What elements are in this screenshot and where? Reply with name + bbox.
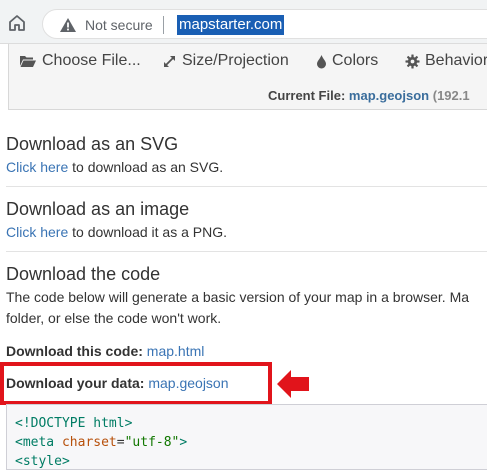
current-file-size: (192.1	[432, 88, 470, 103]
gear-icon	[405, 53, 420, 69]
file-info-bar: Current File: map.geojson (192.1	[8, 80, 487, 110]
address-bar[interactable]: Not secure mapstarter.com	[42, 9, 487, 39]
download-image-link[interactable]: Click here	[6, 224, 68, 240]
code-block: <!DOCTYPE html> <meta charset="utf-8"> <…	[6, 404, 487, 470]
browser-toolbar: Not secure mapstarter.com	[0, 0, 487, 44]
folder-open-icon	[20, 56, 36, 67]
download-image-text: Click here to download it as a PNG.	[6, 222, 487, 243]
download-svg-description: to download as an SVG.	[68, 159, 224, 175]
download-code-text-line2: folder, or else the code won't work.	[6, 310, 222, 326]
download-svg-link[interactable]: Click here	[6, 159, 68, 175]
download-code-link[interactable]: map.html	[147, 343, 205, 359]
download-code-row: Download this code: map.html	[6, 343, 204, 359]
security-status[interactable]: Not secure	[85, 17, 153, 33]
code-meta-tag-open: <meta	[15, 435, 62, 450]
colors-button[interactable]: Colors	[316, 52, 378, 70]
download-code-text-line1: The code below will generate a basic ver…	[6, 289, 470, 305]
red-arrow-icon	[277, 370, 309, 398]
code-meta-value: "utf-8"	[124, 435, 180, 450]
colors-label: Colors	[332, 52, 379, 69]
download-image-section: Download as an image Click here to downl…	[6, 198, 487, 243]
download-svg-section: Download as an SVG Click here to downloa…	[6, 133, 487, 178]
code-line-doctype: <!DOCTYPE html>	[15, 416, 133, 431]
behavior-label: Behavior	[425, 52, 487, 69]
expand-arrows-icon	[164, 55, 175, 67]
download-image-title: Download as an image	[6, 199, 190, 219]
current-file-label: Current File:	[268, 88, 346, 103]
download-code-title: Download the code	[6, 264, 161, 284]
current-file-info: Current File: map.geojson (192.1	[268, 88, 470, 103]
download-svg-title: Download as an SVG	[6, 134, 179, 154]
tint-drop-icon	[317, 54, 326, 68]
choose-file-button[interactable]: Choose File...	[19, 52, 141, 70]
download-code-label: Download this code:	[6, 343, 143, 359]
code-meta-attr: charset	[61, 435, 117, 450]
choose-file-label: Choose File...	[42, 52, 141, 69]
size-projection-label: Size/Projection	[182, 52, 289, 69]
highlight-box	[0, 362, 272, 405]
url-text[interactable]: mapstarter.com	[177, 15, 285, 35]
download-code-section: Download the code The code below will ge…	[6, 263, 487, 329]
home-icon[interactable]	[4, 10, 30, 36]
download-image-description: to download it as a PNG.	[68, 224, 228, 240]
warning-icon[interactable]	[59, 17, 77, 38]
omnibox-divider	[163, 16, 164, 34]
current-file-name: map.geojson	[348, 88, 430, 103]
code-line-style: <style>	[15, 454, 70, 469]
download-svg-text: Click here to download as an SVG.	[6, 157, 487, 178]
code-line-meta: <meta charset="utf-8">	[15, 433, 487, 452]
code-meta-eq: =	[116, 435, 125, 450]
app-toolbar: Choose File... Size/Projection Colors Be…	[8, 44, 487, 80]
section-divider	[6, 251, 487, 252]
size-projection-button[interactable]: Size/Projection	[162, 52, 289, 70]
section-divider	[6, 186, 487, 187]
code-meta-tag-close: >	[179, 435, 188, 450]
behavior-button[interactable]: Behavior	[405, 52, 487, 70]
